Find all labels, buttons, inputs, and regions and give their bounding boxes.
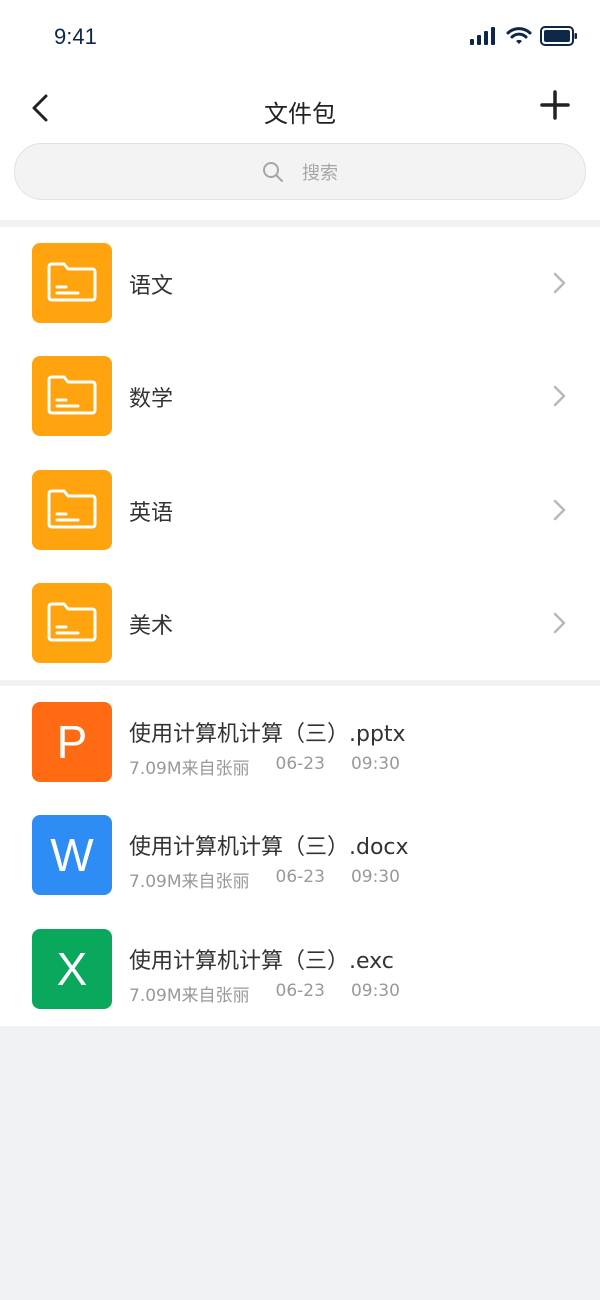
folder-icon — [32, 243, 112, 323]
folder-label: 数学 — [129, 387, 174, 413]
battery-icon — [540, 26, 578, 50]
folder-list: 语文 数学 英语 美术 — [0, 227, 600, 680]
chevron-right-icon — [553, 386, 566, 407]
file-item[interactable]: X 使用计算机计算（三）.exc 7.09M来自张丽 06-23 09:30 — [0, 913, 600, 1026]
folder-item[interactable]: 英语 — [0, 454, 600, 567]
file-item[interactable]: W 使用计算机计算（三）.docx 7.09M来自张丽 06-23 09:30 — [0, 799, 600, 912]
nav-bar: 文件包 — [0, 76, 600, 140]
file-name: 使用计算机计算（三）.pptx — [129, 722, 406, 747]
file-name: 使用计算机计算（三）.exc — [129, 948, 394, 974]
folder-item[interactable]: 数学 — [0, 340, 600, 453]
search-input[interactable]: 搜索 — [14, 143, 586, 200]
add-button[interactable] — [540, 90, 570, 120]
search-icon — [263, 161, 283, 182]
file-item[interactable]: P 使用计算机计算（三）.pptx 7.09M来自张丽 06-23 09:30 — [0, 686, 600, 799]
file-name: 使用计算机计算（三）.docx — [129, 835, 409, 861]
chevron-right-icon — [553, 499, 566, 520]
file-time: 09:30 — [350, 754, 400, 774]
status-bar: 9:41 — [0, 0, 600, 76]
file-size-source: 7.09M来自张丽 — [129, 759, 250, 779]
folder-label: 美术 — [129, 613, 174, 639]
folder-icon — [32, 469, 112, 550]
docx-file-icon: W — [32, 815, 112, 896]
signal-icon — [470, 27, 498, 49]
folder-item[interactable]: 语文 — [0, 227, 600, 340]
file-date: 06-23 — [275, 867, 325, 888]
file-list: P 使用计算机计算（三）.pptx 7.09M来自张丽 06-23 09:30 … — [0, 686, 600, 1026]
status-icons — [470, 26, 578, 50]
folder-icon — [32, 582, 112, 663]
file-meta: 7.09M来自张丽 06-23 09:30 — [129, 867, 400, 892]
folder-item[interactable]: 美术 — [0, 567, 600, 680]
file-time: 09:30 — [350, 980, 400, 1001]
status-time: 9:41 — [54, 24, 97, 49]
search-placeholder: 搜索 — [302, 162, 338, 184]
file-meta: 7.09M来自张丽 06-23 09:30 — [129, 981, 400, 1006]
wifi-icon — [506, 26, 532, 50]
folder-label: 英语 — [129, 500, 174, 526]
chevron-right-icon — [553, 612, 566, 634]
excel-file-icon: X — [32, 928, 112, 1009]
folder-label: 语文 — [129, 274, 174, 299]
file-meta: 7.09M来自张丽 06-23 09:30 — [129, 754, 400, 779]
page-title: 文件包 — [264, 100, 336, 128]
chevron-right-icon — [553, 272, 566, 294]
file-size-source: 7.09M来自张丽 — [129, 985, 250, 1006]
file-date: 06-23 — [275, 980, 325, 1001]
pptx-file-icon: P — [32, 702, 112, 782]
top-area: 9:41 文件包 搜索 — [0, 0, 600, 220]
plus-icon — [540, 90, 570, 120]
file-size-source: 7.09M来自张丽 — [129, 872, 250, 893]
file-date: 06-23 — [275, 754, 325, 774]
folder-icon — [32, 356, 112, 437]
file-time: 09:30 — [350, 867, 400, 888]
